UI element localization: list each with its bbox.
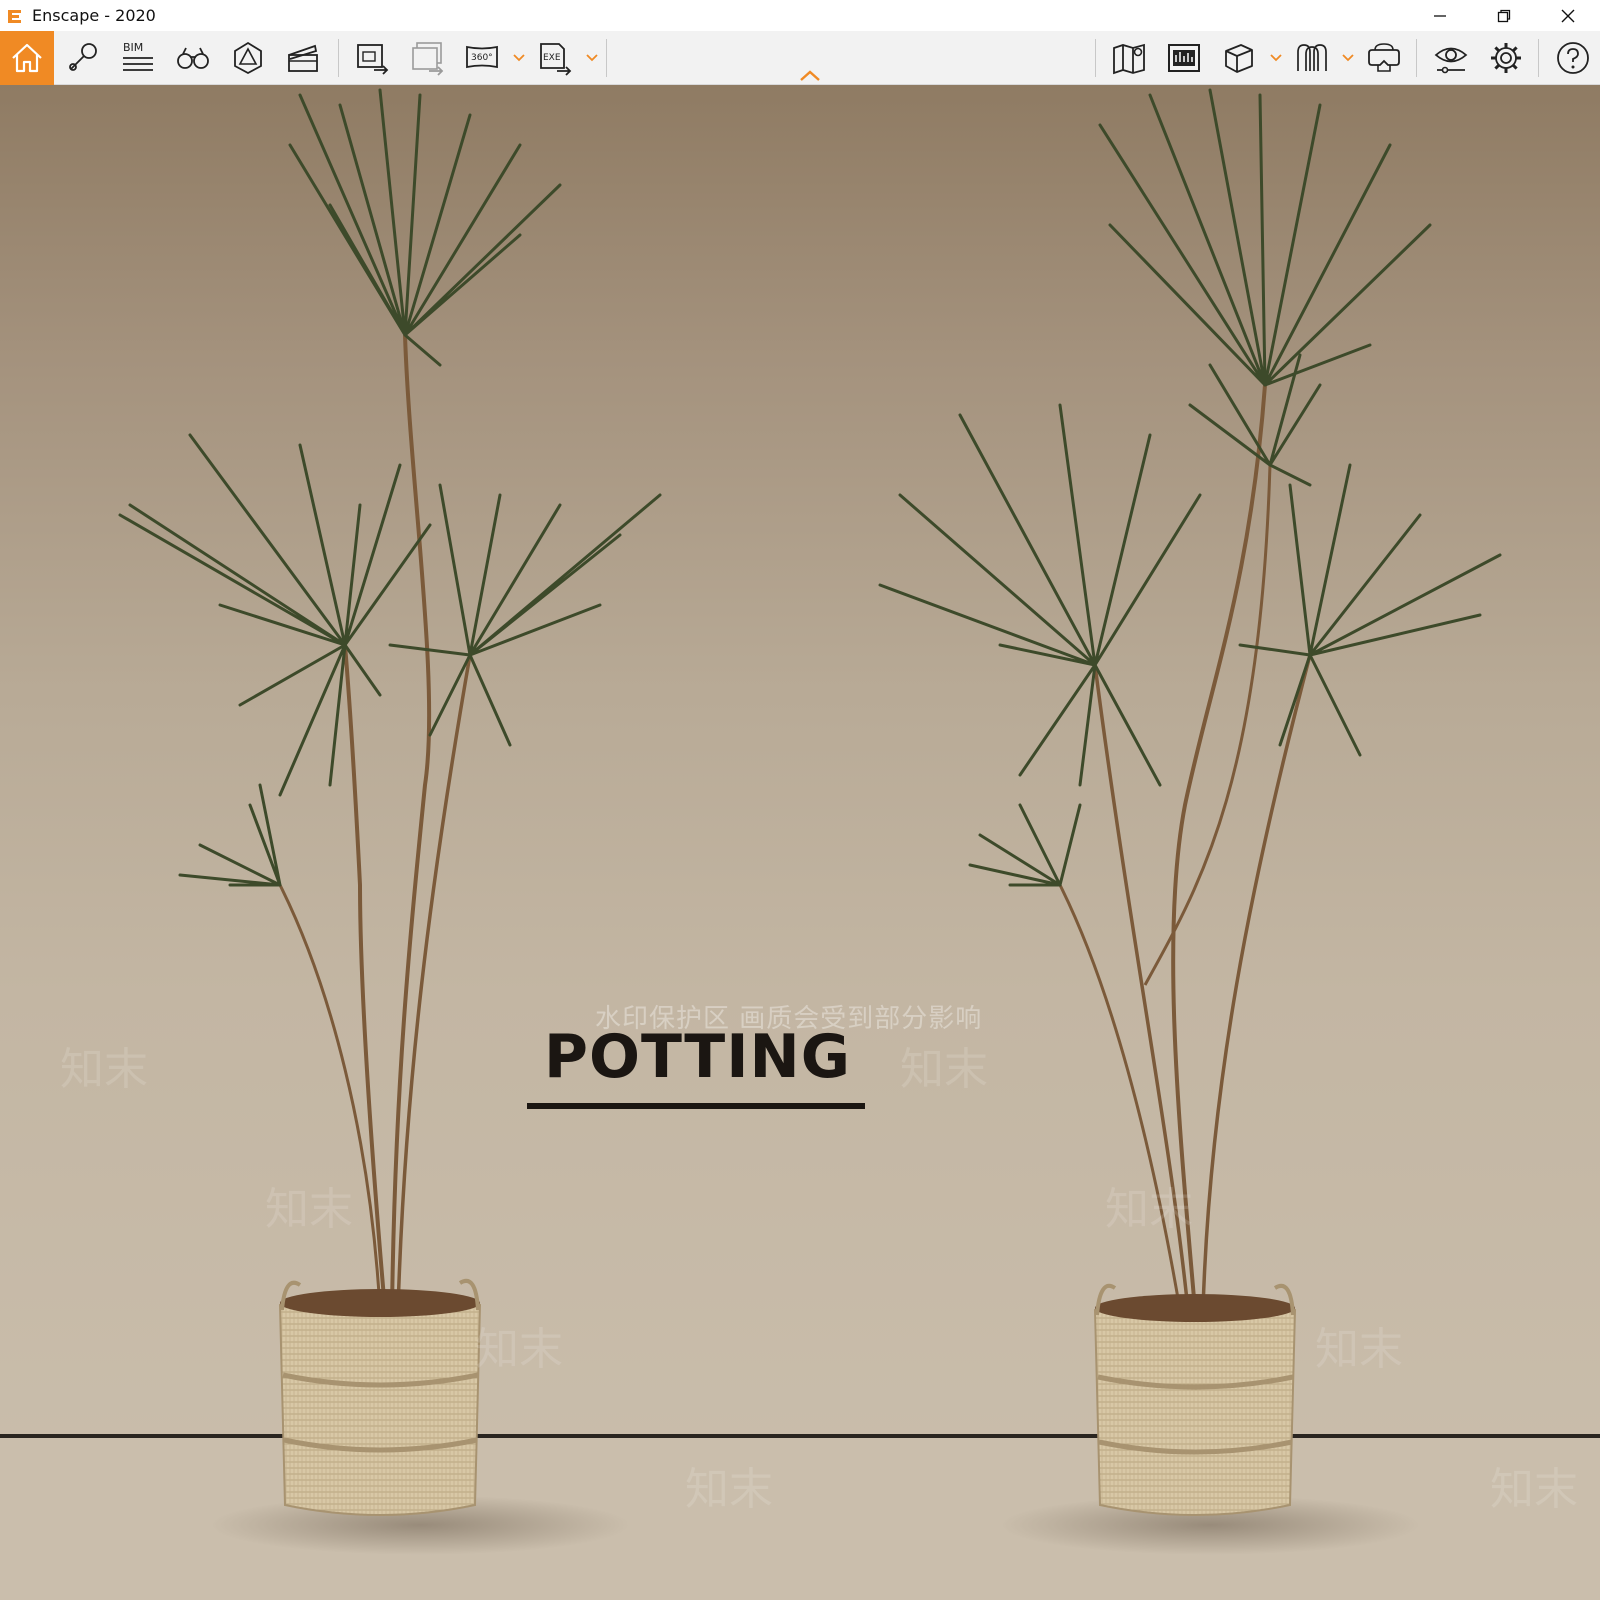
bim-icon: BIM	[123, 41, 153, 71]
materials-dropdown-caret[interactable]	[1341, 47, 1355, 69]
cube-icon	[1225, 44, 1253, 73]
close-icon	[1561, 9, 1575, 22]
location-pin-icon	[69, 43, 97, 71]
window-title: Enscape - 2020	[32, 6, 156, 25]
asset-library-button[interactable]	[1212, 31, 1266, 85]
watermark-glyph: 知末	[900, 1044, 988, 1095]
watermark-glyph: 知末	[1315, 1324, 1403, 1375]
toolbar-separator	[1416, 39, 1417, 77]
chevron-down-icon	[1270, 54, 1282, 62]
asset-dropdown-caret[interactable]	[1269, 47, 1283, 69]
panorama-360-icon: 360°	[466, 45, 498, 69]
chevron-down-icon	[1342, 54, 1354, 62]
exe-dropdown-caret[interactable]	[585, 47, 599, 69]
collapse-toolbar-chevron-icon[interactable]	[798, 67, 822, 83]
chevron-down-icon	[586, 54, 598, 62]
restore-icon	[1497, 9, 1511, 22]
watermark-glyph: 知末	[1105, 1184, 1193, 1235]
svg-text:EXE: EXE	[543, 53, 561, 63]
panorama-button[interactable]: 360°	[455, 31, 509, 85]
batch-render-button[interactable]	[400, 31, 454, 85]
gallery-icon	[1168, 44, 1200, 72]
eye-icon	[1434, 47, 1468, 74]
main-toolbar: BIM 360° EXE	[0, 31, 1600, 85]
home-icon	[12, 43, 42, 73]
exe-export-icon: EXE	[540, 43, 572, 76]
help-button[interactable]	[1546, 31, 1600, 85]
minimize-icon	[1434, 14, 1446, 17]
vr-headset-button[interactable]	[1357, 31, 1411, 85]
home-button[interactable]	[0, 31, 54, 85]
binoculars-icon	[177, 47, 209, 69]
panorama-dropdown-caret[interactable]	[512, 47, 526, 69]
close-button[interactable]	[1536, 0, 1600, 31]
walk-mode-button[interactable]	[166, 31, 220, 85]
general-settings-button[interactable]	[1479, 31, 1533, 85]
watermark-glyph: 知末	[1490, 1464, 1578, 1515]
screenshot-button[interactable]	[345, 31, 399, 85]
watermark-glyph: 知末	[685, 1464, 773, 1515]
map-icon	[1113, 43, 1145, 75]
right-plant	[878, 88, 1502, 1555]
map-button[interactable]	[1102, 31, 1156, 85]
video-editor-button[interactable]	[276, 31, 330, 85]
potting-caption: POTTING	[544, 1022, 851, 1092]
enscape-logo-icon	[8, 9, 21, 23]
watermark-glyph: 知末	[475, 1324, 563, 1375]
views-button[interactable]	[56, 31, 110, 85]
left-wicker-basket	[278, 1278, 482, 1516]
toolbar-separator	[606, 39, 607, 77]
material-icon	[1297, 44, 1327, 71]
exe-export-button[interactable]: EXE	[528, 31, 582, 85]
toolbar-separator	[1538, 39, 1539, 77]
chevron-down-icon	[513, 54, 525, 62]
help-icon	[1557, 42, 1589, 74]
render-viewport[interactable]: 水印保护区 画质会受到部分影响 知末 知末 知末 知末 知末 知末 知末 知末 …	[0, 85, 1600, 1600]
restore-button[interactable]	[1472, 0, 1536, 31]
right-wicker-basket	[1093, 1283, 1297, 1516]
gear-icon	[1491, 43, 1521, 73]
safe-frame-button[interactable]	[221, 31, 275, 85]
toolbar-separator	[338, 39, 339, 77]
clapperboard-icon	[288, 44, 318, 72]
caption-underline	[527, 1103, 865, 1109]
safe-frame-icon	[234, 41, 262, 75]
toolbar-separator	[1095, 39, 1096, 77]
window-controls	[1408, 0, 1600, 31]
materials-button[interactable]	[1285, 31, 1339, 85]
svg-text:BIM: BIM	[123, 41, 143, 54]
watermark-glyph: 知末	[265, 1184, 353, 1235]
bim-button[interactable]: BIM	[111, 31, 165, 85]
vr-headset-icon	[1368, 43, 1400, 72]
watermark-glyph: 知末	[60, 1044, 148, 1095]
svg-text:360°: 360°	[471, 53, 493, 63]
title-bar: Enscape - 2020	[0, 0, 1600, 31]
left-plant	[118, 88, 662, 1555]
gallery-button[interactable]	[1157, 31, 1211, 85]
minimize-button[interactable]	[1408, 0, 1472, 31]
batch-render-icon	[412, 42, 444, 76]
visual-settings-button[interactable]	[1424, 31, 1478, 85]
screenshot-export-icon	[357, 44, 389, 75]
